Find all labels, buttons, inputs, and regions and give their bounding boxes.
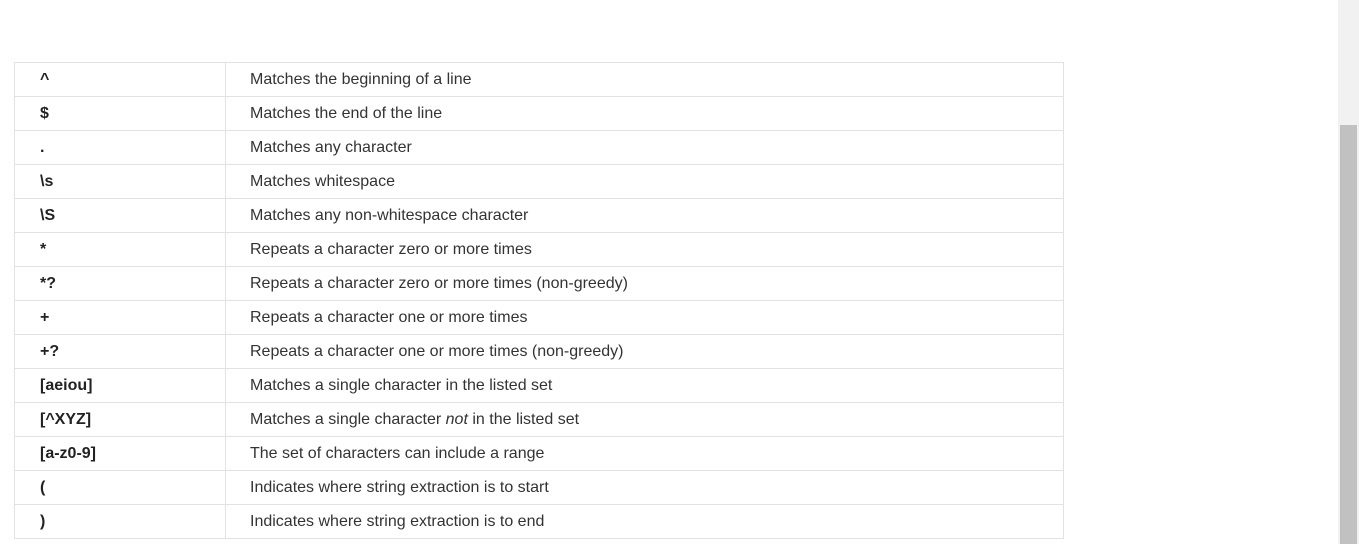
emphasis-text: not [445, 410, 468, 428]
pattern-cell: [aeiou] [14, 368, 226, 403]
table-row: . Matches any character [14, 130, 1064, 165]
table-row: ( Indicates where string extraction is t… [14, 470, 1064, 505]
description-cell: Repeats a character one or more times [225, 300, 1064, 335]
vertical-scrollbar[interactable] [1338, 0, 1359, 544]
description-cell: Indicates where string extraction is to … [225, 470, 1064, 505]
description-cell: Repeats a character zero or more times [225, 232, 1064, 267]
table-row: [a-z0-9] The set of characters can inclu… [14, 436, 1064, 471]
table-row: + Repeats a character one or more times [14, 300, 1064, 335]
table-row: \S Matches any non-whitespace character [14, 198, 1064, 233]
table-row: [aeiou] Matches a single character in th… [14, 368, 1064, 403]
pattern-cell: ) [14, 504, 226, 539]
table-row: ) Indicates where string extraction is t… [14, 504, 1064, 539]
pattern-cell: \S [14, 198, 226, 233]
description-text: Matches a single character [250, 410, 446, 428]
description-cell: Matches any non-whitespace character [225, 198, 1064, 233]
table-row: * Repeats a character zero or more times [14, 232, 1064, 267]
description-cell: Matches any character [225, 130, 1064, 165]
pattern-cell: . [14, 130, 226, 165]
pattern-cell: [^XYZ] [14, 402, 226, 437]
description-cell: Matches the end of the line [225, 96, 1064, 131]
table-row: ^ Matches the beginning of a line [14, 62, 1064, 97]
table-row: [^XYZ] Matches a single character not in… [14, 402, 1064, 437]
pattern-cell: +? [14, 334, 226, 369]
description-cell: The set of characters can include a rang… [225, 436, 1064, 471]
description-cell: Matches a single character in the listed… [225, 368, 1064, 403]
pattern-cell: ( [14, 470, 226, 505]
table-row: *? Repeats a character zero or more time… [14, 266, 1064, 301]
regex-reference-table: ^ Matches the beginning of a line $ Matc… [14, 62, 1064, 539]
description-cell: Repeats a character zero or more times (… [225, 266, 1064, 301]
pattern-cell: \s [14, 164, 226, 199]
description-cell: Matches a single character not in the li… [225, 402, 1064, 437]
pattern-cell: [a-z0-9] [14, 436, 226, 471]
pattern-cell: ^ [14, 62, 226, 97]
pattern-cell: *? [14, 266, 226, 301]
table-row: \s Matches whitespace [14, 164, 1064, 199]
description-cell: Repeats a character one or more times (n… [225, 334, 1064, 369]
description-text: in the listed set [467, 410, 580, 428]
page: ^ Matches the beginning of a line $ Matc… [0, 0, 1359, 544]
table-row: $ Matches the end of the line [14, 96, 1064, 131]
pattern-cell: * [14, 232, 226, 267]
pattern-cell: $ [14, 96, 226, 131]
pattern-cell: + [14, 300, 226, 335]
scrollbar-thumb[interactable] [1340, 125, 1357, 544]
table-row: +? Repeats a character one or more times… [14, 334, 1064, 369]
description-cell: Matches whitespace [225, 164, 1064, 199]
description-cell: Matches the beginning of a line [225, 62, 1064, 97]
description-cell: Indicates where string extraction is to … [225, 504, 1064, 539]
